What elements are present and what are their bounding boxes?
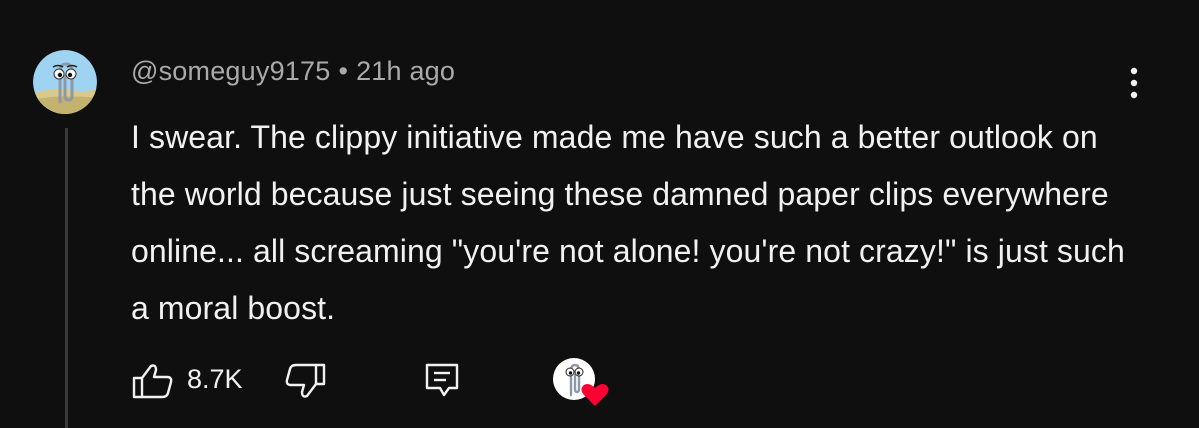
more-vertical-icon	[1130, 67, 1138, 99]
thread-line	[65, 128, 68, 428]
comment-meta: @someguy9175 • 21h ago	[131, 56, 455, 87]
like-count: 8.7K	[187, 364, 243, 394]
reply-comment-icon	[425, 363, 459, 397]
creator-heart-icon	[553, 358, 609, 406]
more-options-button[interactable]	[1119, 64, 1149, 104]
clippy-avatar-icon	[33, 50, 97, 114]
username[interactable]: @someguy9175	[131, 56, 330, 86]
reply-button[interactable]	[424, 362, 460, 398]
meta-separator: •	[338, 56, 349, 86]
comment-text: I swear. The clippy initiative made me h…	[131, 119, 1125, 326]
timestamp[interactable]: 21h ago	[356, 56, 455, 86]
dislike-button[interactable]	[285, 363, 329, 399]
thumbs-up-icon	[132, 364, 173, 399]
thumbs-down-icon	[285, 363, 326, 398]
avatar[interactable]	[33, 50, 97, 114]
creator-heart	[552, 357, 614, 409]
like-button[interactable]	[131, 363, 175, 399]
